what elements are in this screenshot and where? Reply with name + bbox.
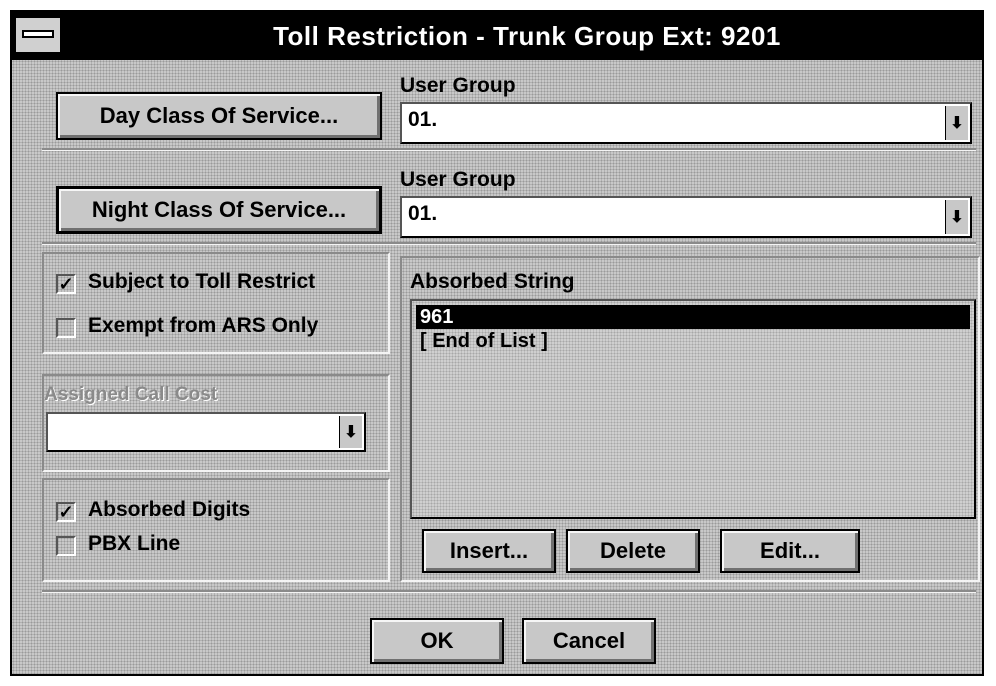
window-title: Toll Restriction - Trunk Group Ext: 9201 <box>273 21 781 51</box>
divider <box>42 148 976 151</box>
day-class-of-service-button[interactable]: Day Class Of Service... <box>56 92 382 140</box>
exempt-ars-label: Exempt from ARS Only <box>88 314 319 337</box>
day-user-group-label: User Group <box>400 74 516 97</box>
pbx-line-checkbox[interactable] <box>56 536 76 556</box>
digits-group <box>42 478 390 582</box>
night-user-group-label: User Group <box>400 168 516 191</box>
absorbed-digits-checkbox[interactable]: ✓ <box>56 502 76 522</box>
night-class-of-service-button[interactable]: Night Class Of Service... <box>56 186 382 234</box>
system-menu-icon[interactable] <box>16 18 62 52</box>
pbx-line-label: PBX Line <box>88 532 181 555</box>
dropdown-arrow-icon[interactable]: ⬇ <box>945 106 968 140</box>
toll-restrict-checkbox[interactable]: ✓ <box>56 274 76 294</box>
divider <box>42 242 976 245</box>
absorbed-digits-label: Absorbed Digits <box>88 498 251 521</box>
call-cost-select[interactable]: ⬇ <box>46 412 366 452</box>
day-user-group-select[interactable]: 01. ⬇ <box>400 102 972 144</box>
toll-restriction-dialog: Toll Restriction - Trunk Group Ext: 9201… <box>10 10 984 676</box>
edit-button[interactable]: Edit... <box>720 529 860 573</box>
night-user-group-select[interactable]: 01. ⬇ <box>400 196 972 238</box>
toll-restrict-label: Subject to Toll Restrict <box>88 270 316 293</box>
cancel-button[interactable]: Cancel <box>522 618 656 664</box>
exempt-ars-checkbox[interactable] <box>56 318 76 338</box>
insert-button[interactable]: Insert... <box>422 529 556 573</box>
delete-button[interactable]: Delete <box>566 529 700 573</box>
restriction-options-group <box>42 252 390 354</box>
ok-button[interactable]: OK <box>370 618 504 664</box>
divider <box>42 590 976 593</box>
absorbed-string-label: Absorbed String <box>410 270 575 293</box>
call-cost-label: Assigned Call Cost <box>44 384 218 405</box>
absorbed-string-list[interactable]: 961 [ End of List ] <box>410 299 976 519</box>
list-item[interactable]: 961 <box>416 305 970 329</box>
dropdown-arrow-icon[interactable]: ⬇ <box>945 200 968 234</box>
list-item[interactable]: [ End of List ] <box>416 329 970 353</box>
dropdown-arrow-icon[interactable]: ⬇ <box>339 416 362 448</box>
title-bar: Toll Restriction - Trunk Group Ext: 9201 <box>12 12 982 60</box>
